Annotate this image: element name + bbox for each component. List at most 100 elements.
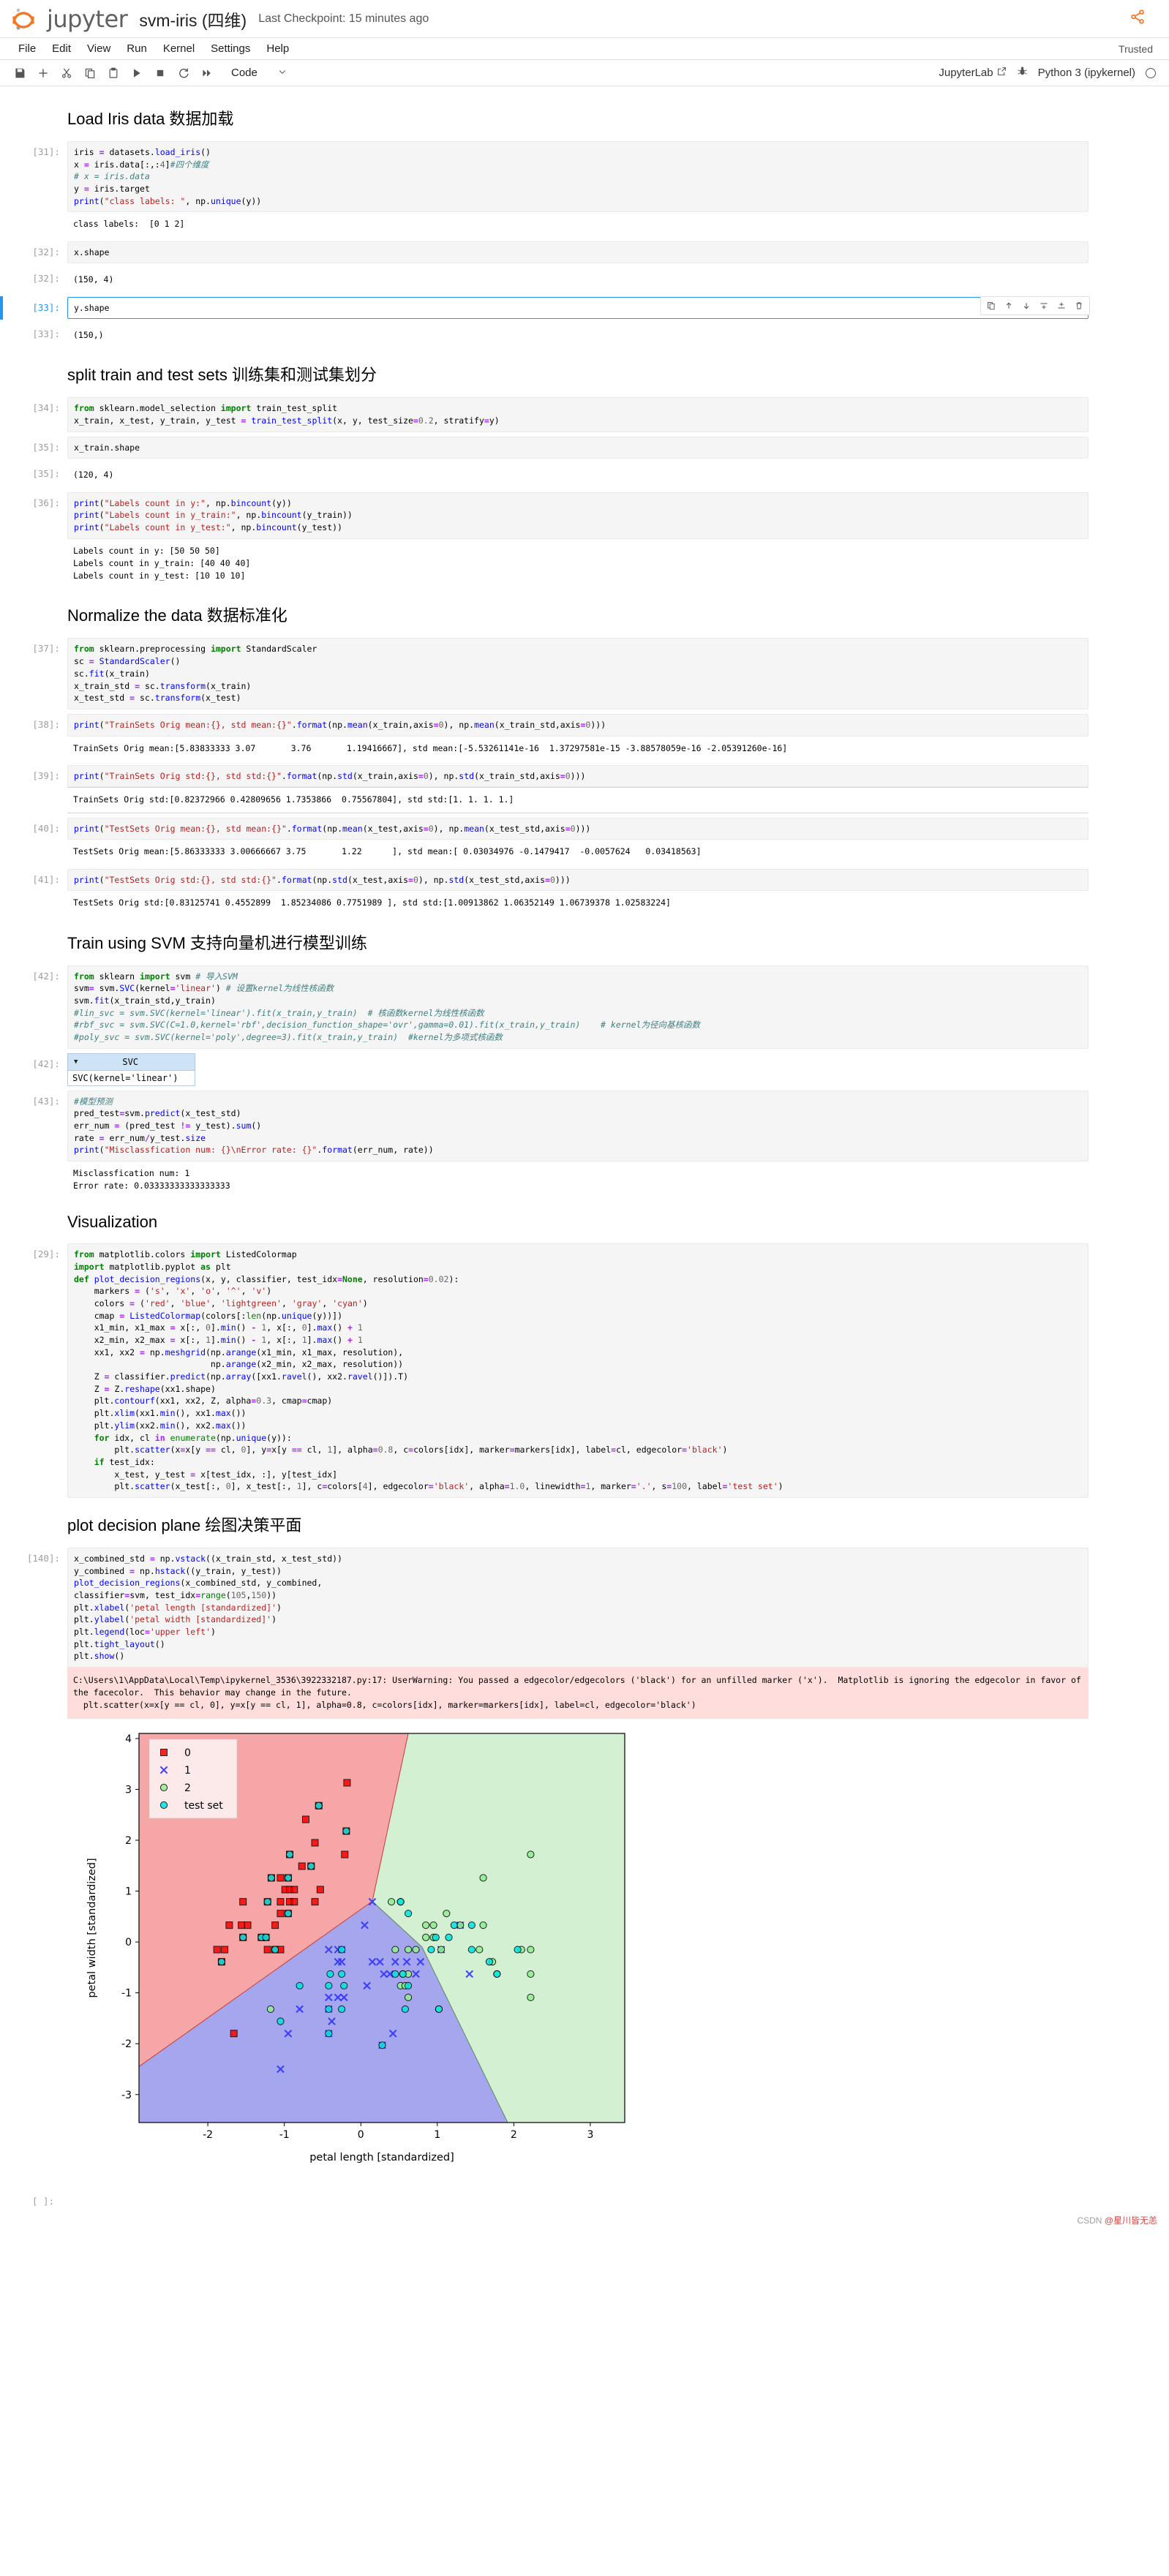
cell-type-select[interactable]: Code (224, 65, 291, 80)
save-icon[interactable] (9, 63, 31, 83)
debugger-icon[interactable] (1017, 66, 1028, 80)
restart-kernel-icon[interactable] (173, 63, 195, 83)
code-input[interactable]: #模型预测 pred_test=svm.predict(x_test_std) … (67, 1090, 1089, 1161)
code-input[interactable]: print("Labels count in y:", np.bincount(… (67, 492, 1089, 539)
menu-settings[interactable]: Settings (203, 42, 258, 55)
svg-text:3: 3 (587, 2129, 593, 2141)
notebook-header: jupyter svm-iris (四维) Last Checkpoint: 1… (0, 0, 1169, 38)
markdown-cell[interactable]: Train using SVM 支持向量机进行模型训练 (0, 918, 1169, 963)
watermark-name: 星川皆无恙 (1113, 2215, 1157, 2226)
code-cell-38[interactable]: [38]: print("TrainSets Orig mean:{}, std… (0, 712, 1169, 763)
code-input[interactable]: x_train.shape (67, 436, 1089, 459)
cell-prompt (0, 96, 67, 137)
code-input[interactable]: print("TestSets Orig mean:{}, std mean:{… (67, 817, 1089, 840)
cell-prompt: [38]: (32, 718, 60, 730)
restart-run-all-icon[interactable] (196, 63, 218, 83)
notebook-cell-list: Load Iris data 数据加载 [31]: iris = dataset… (0, 86, 1169, 2211)
menu-file[interactable]: File (10, 42, 44, 55)
code-cell-34[interactable]: [34]: from sklearn.model_selection impor… (0, 395, 1169, 434)
cell-prompt: [41]: (32, 873, 60, 885)
markdown-cell[interactable]: Visualization (0, 1200, 1169, 1241)
code-input[interactable]: print("TrainSets Orig mean:{}, std mean:… (67, 713, 1089, 737)
code-input[interactable]: iris = datasets.load_iris() x = iris.dat… (67, 141, 1089, 213)
svg-text:4: 4 (125, 1733, 132, 1745)
move-up-icon[interactable] (1001, 298, 1017, 313)
cell-prompt: [31]: (32, 146, 60, 157)
code-output: TrainSets Orig std:[0.82372966 0.4280965… (67, 787, 1089, 813)
cell-prompt: [33]: (32, 301, 60, 313)
code-cell-140[interactable]: [140]: x_combined_std = np.vstack((x_tra… (0, 1545, 1169, 2183)
cell-prompt (0, 1202, 67, 1239)
code-cell-43[interactable]: [43]: #模型预测 pred_test=svm.predict(x_test… (0, 1088, 1169, 1201)
markdown-cell[interactable]: Load Iris data 数据加载 (0, 94, 1169, 139)
duplicate-icon[interactable] (983, 298, 999, 313)
code-cell-42[interactable]: [42]: from sklearn import svm # 导入SVM sv… (0, 963, 1169, 1051)
menu-run[interactable]: Run (119, 42, 155, 55)
code-input[interactable]: x.shape (67, 241, 1089, 264)
cell-prompt: [39]: (32, 769, 60, 781)
code-input[interactable]: print("TrainSets Orig std:{}, std std:{}… (67, 764, 1089, 788)
code-input[interactable]: y.shape (67, 296, 1089, 320)
svg-text:2: 2 (125, 1835, 132, 1847)
stop-icon[interactable] (149, 63, 171, 83)
code-input[interactable]: from sklearn.preprocessing import Standa… (67, 638, 1089, 709)
output-cell-35: [35]: (120, 4) (0, 461, 1169, 489)
cut-icon[interactable] (56, 63, 78, 83)
code-output: TestSets Orig std:[0.83125741 0.4552899 … (67, 891, 1089, 916)
code-cell-41[interactable]: [41]: print("TestSets Orig std:{}, std s… (0, 867, 1169, 918)
cell-prompt: [42]: (32, 970, 60, 982)
code-cell-33[interactable]: [33]: y.shape (0, 295, 1169, 322)
insert-below-icon[interactable] (1053, 298, 1070, 313)
watermark-at: @ (1104, 2215, 1113, 2226)
trusted-indicator[interactable]: Trusted (1119, 43, 1169, 55)
code-cell-35[interactable]: [35]: x_train.shape (0, 434, 1169, 462)
code-cell-29[interactable]: [29]: from matplotlib.colors import List… (0, 1241, 1169, 1499)
code-input[interactable]: from sklearn.model_selection import trai… (67, 397, 1089, 432)
kernel-name-label[interactable]: Python 3 (ipykernel) (1038, 67, 1135, 79)
cell-prompt: [43]: (32, 1095, 60, 1107)
heading-split-sets: split train and test sets 训练集和测试集划分 (67, 366, 377, 385)
code-input[interactable]: from matplotlib.colors import ListedColo… (67, 1243, 1089, 1498)
code-cell-36[interactable]: [36]: print("Labels count in y:", np.bin… (0, 490, 1169, 591)
svc-params: SVC(kernel='linear') (68, 1069, 195, 1085)
markdown-cell[interactable]: Normalize the data 数据标准化 (0, 590, 1169, 636)
svg-text:2: 2 (184, 1782, 191, 1794)
jupyterlab-link[interactable]: JupyterLab (939, 67, 1006, 79)
move-down-icon[interactable] (1018, 298, 1034, 313)
code-cell-37[interactable]: [37]: from sklearn.preprocessing import … (0, 636, 1169, 711)
code-cell-31[interactable]: [31]: iris = datasets.load_iris() x = ir… (0, 139, 1169, 239)
svc-repr-header[interactable]: ▼ SVC (68, 1053, 195, 1070)
copy-icon[interactable] (79, 63, 101, 83)
menu-help[interactable]: Help (258, 42, 297, 55)
cell-hover-toolbar[interactable] (980, 295, 1090, 315)
paste-icon[interactable] (102, 63, 124, 83)
menu-view[interactable]: View (79, 42, 119, 55)
code-cell-32[interactable]: [32]: x.shape (0, 239, 1169, 266)
kernel-status-icon (1146, 67, 1156, 78)
add-cell-icon[interactable] (32, 63, 54, 83)
insert-above-icon[interactable] (1036, 298, 1052, 313)
notebook-name[interactable]: svm-iris (四维) (139, 7, 247, 31)
delete-icon[interactable] (1071, 298, 1087, 313)
code-input[interactable]: x_combined_std = np.vstack((x_train_std,… (67, 1547, 1089, 1668)
menu-edit[interactable]: Edit (44, 42, 79, 55)
menu-kernel[interactable]: Kernel (155, 42, 203, 55)
svg-text:test set: test set (184, 1800, 223, 1812)
decision-region-scatter-chart: -2 -1 0 1 2 3 -3 -2 -1 0 1 2 3 4 petal length [standar… (86, 1733, 625, 2163)
share-icon[interactable] (1129, 9, 1146, 29)
code-input[interactable]: from sklearn import svm # 导入SVM svm= svm… (67, 965, 1089, 1049)
svc-repr-widget[interactable]: ▼ SVC SVC(kernel='linear') (67, 1052, 195, 1086)
markdown-cell[interactable]: split train and test sets 训练集和测试集划分 (0, 350, 1169, 395)
output-prompt: [32]: (32, 273, 60, 285)
output-prompt: [42]: (32, 1058, 60, 1069)
last-checkpoint: Last Checkpoint: 15 minutes ago (258, 12, 429, 25)
code-cell-40[interactable]: [40]: print("TestSets Orig mean:{}, std … (0, 816, 1169, 867)
jupyter-logo[interactable]: jupyter (10, 4, 128, 34)
collapse-triangle-icon[interactable]: ▼ (74, 1058, 78, 1066)
code-cell-39[interactable]: [39]: print("TrainSets Orig std:{}, std … (0, 763, 1169, 816)
heading-plot-decision-plane: plot decision plane 绘图决策平面 (67, 1515, 302, 1534)
cell-prompt (0, 352, 67, 393)
code-input[interactable]: print("TestSets Orig std:{}, std std:{}"… (67, 868, 1089, 892)
run-icon[interactable] (126, 63, 148, 83)
markdown-cell[interactable]: plot decision plane 绘图决策平面 (0, 1500, 1169, 1545)
